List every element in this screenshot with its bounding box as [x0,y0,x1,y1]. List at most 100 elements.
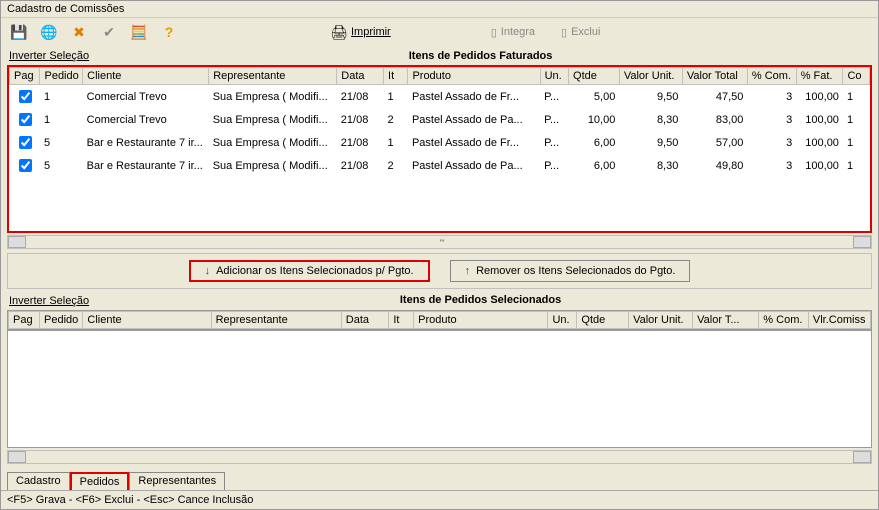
col-data[interactable]: Data [337,68,384,85]
invert-selection-bottom[interactable]: Inverter Seleção [9,295,89,307]
toolbar: 💾 🌐 ✖ ✔ 🧮 ? 🖨 Imprimir ▯ Integra ▯ Exclu… [1,18,878,46]
cell-it: 2 [384,154,408,177]
pipe-icon: ▯ [561,26,567,39]
exclui-label: Exclui [571,26,600,38]
col-valor-total[interactable]: Valor Total [682,68,747,85]
top-grid[interactable]: Pag Pedido Cliente Representante Data It… [9,67,870,177]
col-representante[interactable]: Representante [209,68,337,85]
bottom-grid-box: Pag Pedido Cliente Representante Data It… [7,310,872,330]
top-section-title: Itens de Pedidos Faturados [89,50,872,62]
col-valor-unit[interactable]: Valor Unit. [629,311,693,328]
cell-cod: 1 [843,131,870,154]
calc-icon[interactable]: 🧮 [131,24,147,40]
col-pedido[interactable]: Pedido [40,68,83,85]
col-un[interactable]: Un. [548,311,577,328]
help-icon[interactable]: ? [161,24,177,40]
top-horizontal-scrollbar[interactable]: ''' [7,235,872,249]
cell-pedido: 5 [40,154,83,177]
integra-button: ▯ Integra [485,24,541,41]
col-it[interactable]: It [384,68,408,85]
col-cliente[interactable]: Cliente [83,311,211,328]
cell-valor-unit: 8,30 [619,108,682,131]
table-row[interactable]: 5Bar e Restaurante 7 ir...Sua Empresa ( … [10,131,870,154]
table-row[interactable]: 5Bar e Restaurante 7 ir...Sua Empresa ( … [10,154,870,177]
cell-produto: Pastel Assado de Fr... [408,85,540,109]
col-representante[interactable]: Representante [211,311,341,328]
main-window: Cadastro de Comissões 💾 🌐 ✖ ✔ 🧮 ? 🖨 Impr… [0,0,879,510]
cell-pct-fat: 100,00 [796,131,843,154]
cell-data: 21/08 [337,108,384,131]
pag-checkbox[interactable] [19,136,32,149]
cell-un: P... [540,85,568,109]
pipe-icon: ▯ [491,26,497,39]
col-produto[interactable]: Produto [408,68,540,85]
bottom-horizontal-scrollbar[interactable] [7,450,872,464]
cell-cliente: Bar e Restaurante 7 ir... [83,154,209,177]
invert-selection-top[interactable]: Inverter Seleção [9,50,89,62]
globe-icon[interactable]: 🌐 [41,24,57,40]
col-qtde[interactable]: Qtde [569,68,620,85]
cell-pct-com: 3 [747,131,796,154]
cell-pag[interactable] [10,154,40,177]
cell-un: P... [540,131,568,154]
cell-cod: 1 [843,85,870,109]
top-grid-box: Pag Pedido Cliente Representante Data It… [7,65,872,233]
save-icon[interactable]: 💾 [11,24,27,40]
cell-valor-total: 83,00 [682,108,747,131]
col-valor-total[interactable]: Valor T... [693,311,759,328]
cell-data: 21/08 [337,154,384,177]
col-pedido[interactable]: Pedido [40,311,83,328]
bottom-section-header: Inverter Seleção Itens de Pedidos Seleci… [7,293,872,308]
table-row[interactable]: 1Comercial TrevoSua Empresa ( Modifi...2… [10,108,870,131]
cell-qtde: 10,00 [569,108,620,131]
col-pag[interactable]: Pag [9,311,40,328]
col-it[interactable]: It [389,311,414,328]
pag-checkbox[interactable] [19,159,32,172]
bottom-grid[interactable]: Pag Pedido Cliente Representante Data It… [8,311,871,329]
cell-pedido: 1 [40,85,83,109]
cell-pag[interactable] [10,131,40,154]
cell-qtde: 6,00 [569,131,620,154]
col-pct-fat[interactable]: % Fat. [796,68,843,85]
add-selected-button[interactable]: ↓ Adicionar os Itens Selecionados p/ Pgt… [189,260,430,282]
col-pct-com[interactable]: % Com. [759,311,809,328]
status-bar: <F5> Grava - <F6> Exclui - <Esc> Cance I… [1,490,878,509]
arrow-down-icon: ↓ [205,265,211,277]
print-label: Imprimir [351,26,391,38]
cell-pag[interactable] [10,108,40,131]
remove-selected-button[interactable]: ↑ Remover os Itens Selecionados do Pgto. [450,260,691,282]
pag-checkbox[interactable] [19,113,32,126]
col-vlr-comiss[interactable]: Vlr.Comiss [808,311,870,328]
top-grid-empty-area [9,177,870,231]
tab-cadastro[interactable]: Cadastro [7,472,70,490]
integra-label: Integra [501,26,535,38]
pag-checkbox[interactable] [19,90,32,103]
col-pag[interactable]: Pag [10,68,40,85]
bottom-tabs: Cadastro Pedidos Representantes [7,472,872,490]
col-cliente[interactable]: Cliente [83,68,209,85]
add-button-label: Adicionar os Itens Selecionados p/ Pgto. [216,265,414,277]
cell-representante: Sua Empresa ( Modifi... [209,154,337,177]
tab-representantes[interactable]: Representantes [129,472,225,490]
cell-pct-fat: 100,00 [796,154,843,177]
col-data[interactable]: Data [341,311,389,328]
col-pct-com[interactable]: % Com. [747,68,796,85]
col-produto[interactable]: Produto [414,311,548,328]
col-valor-unit[interactable]: Valor Unit. [619,68,682,85]
tab-pedidos[interactable]: Pedidos [70,472,130,490]
table-row[interactable]: 1Comercial TrevoSua Empresa ( Modifi...2… [10,85,870,109]
cell-produto: Pastel Assado de Pa... [408,154,540,177]
print-icon: 🖨 [331,24,347,40]
cell-cod: 1 [843,108,870,131]
check-icon[interactable]: ✔ [101,24,117,40]
col-qtde[interactable]: Qtde [577,311,629,328]
cell-qtde: 5,00 [569,85,620,109]
print-button[interactable]: 🖨 Imprimir [325,22,397,42]
col-cod[interactable]: Co [843,68,870,85]
delete-icon[interactable]: ✖ [71,24,87,40]
cell-pag[interactable] [10,85,40,109]
cell-representante: Sua Empresa ( Modifi... [209,85,337,109]
top-section-header: Inverter Seleção Itens de Pedidos Fatura… [7,48,872,63]
cell-representante: Sua Empresa ( Modifi... [209,131,337,154]
col-un[interactable]: Un. [540,68,568,85]
